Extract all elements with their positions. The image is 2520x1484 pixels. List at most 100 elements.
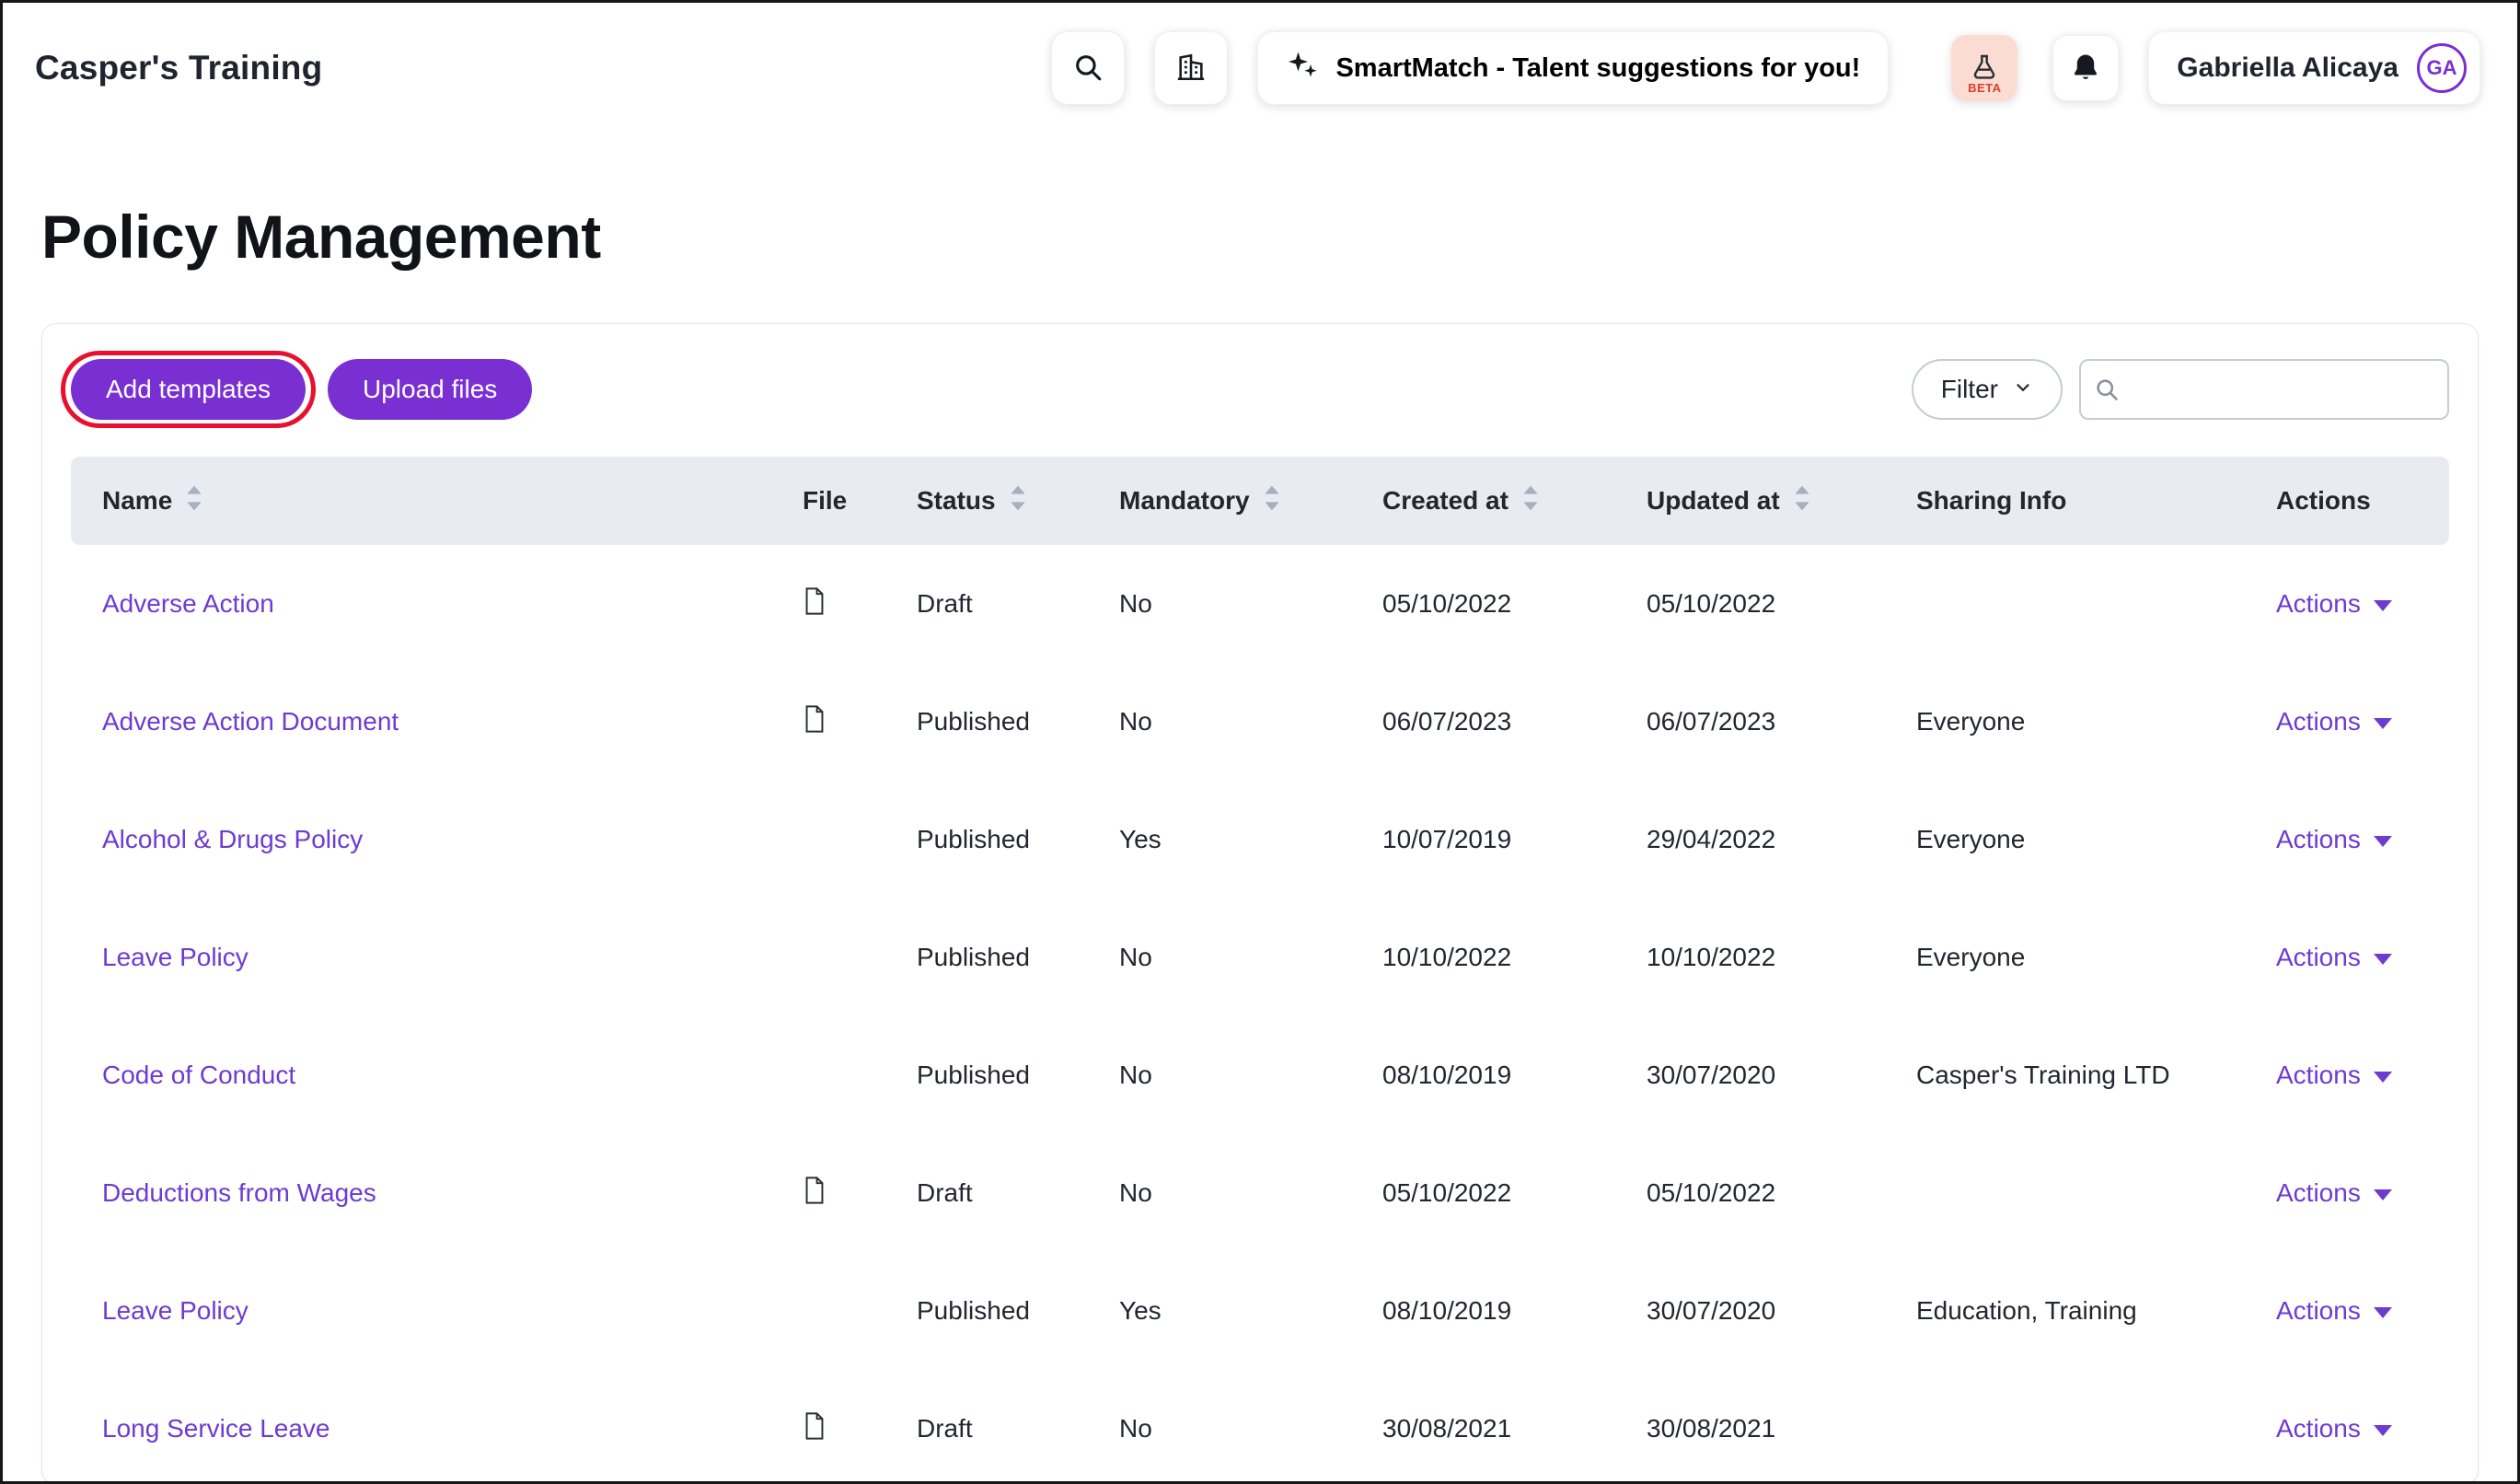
created-at-cell: 05/10/2022 <box>1382 1178 1512 1207</box>
name-cell: Adverse Action Document <box>71 663 771 781</box>
actions-dropdown[interactable]: Actions <box>2276 1296 2392 1326</box>
status-cell: Published <box>917 707 1030 736</box>
smartmatch-button[interactable]: SmartMatch - Talent suggestions for you! <box>1257 31 1890 105</box>
column-label: Created at <box>1382 486 1509 515</box>
building-icon <box>1175 52 1207 86</box>
mandatory-cell: No <box>1119 1414 1152 1443</box>
status-cell: Published <box>917 943 1030 971</box>
policy-name-link[interactable]: Code of Conduct <box>102 1061 295 1089</box>
labs-button[interactable]: BETA <box>1951 35 2018 101</box>
search-input[interactable] <box>2079 359 2449 420</box>
bell-icon <box>2070 52 2101 86</box>
avatar: GA <box>2417 43 2467 93</box>
column-label: Actions <box>2276 486 2371 515</box>
actions-dropdown[interactable]: Actions <box>2276 589 2392 619</box>
column-label: Updated at <box>1647 486 1780 515</box>
sort-icon <box>1007 484 1029 518</box>
page-title: Policy Management <box>41 203 601 271</box>
actions-label: Actions <box>2276 1414 2361 1443</box>
caret-down-icon <box>2373 1307 2392 1318</box>
caret-down-icon <box>2373 1072 2392 1083</box>
user-menu[interactable]: Gabriella Alicaya GA <box>2148 31 2480 105</box>
status-cell: Draft <box>917 1178 973 1207</box>
policy-name-link[interactable]: Long Service Leave <box>102 1414 330 1443</box>
actions-label: Actions <box>2276 589 2361 618</box>
created-at-cell: 08/10/2019 <box>1382 1061 1512 1089</box>
name-cell: Alcohol & Drugs Policy <box>71 781 771 899</box>
table-search <box>2079 359 2449 420</box>
created-at-cell: 08/10/2019 <box>1382 1296 1512 1325</box>
name-cell: Code of Conduct <box>71 1016 771 1134</box>
sort-icon <box>183 484 205 518</box>
filter-button[interactable]: Filter <box>1911 359 2063 420</box>
caret-down-icon <box>2373 1425 2392 1436</box>
policy-name-link[interactable]: Leave Policy <box>102 943 249 971</box>
table-row: Adverse Action Draft No 05/10/2022 05/10… <box>71 545 2449 663</box>
file-cell <box>771 1370 885 1481</box>
updated-at-cell: 30/07/2020 <box>1647 1061 1776 1089</box>
file-cell <box>771 1252 885 1370</box>
policy-name-link[interactable]: Deductions from Wages <box>102 1178 376 1207</box>
sort-icon <box>1261 484 1283 518</box>
policy-name-link[interactable]: Adverse Action Document <box>102 707 399 736</box>
sharing-info-cell: Everyone <box>1916 825 2026 853</box>
actions-dropdown[interactable]: Actions <box>2276 1178 2392 1208</box>
status-cell: Published <box>917 1061 1030 1089</box>
actions-cell: Actions <box>2245 1016 2449 1134</box>
actions-cell: Actions <box>2245 1134 2449 1252</box>
document-icon <box>803 704 827 734</box>
name-cell: Leave Policy <box>71 1252 771 1370</box>
status-cell: Draft <box>917 1414 973 1443</box>
app-title: Casper's Training <box>35 49 323 87</box>
search-button[interactable] <box>1051 31 1126 105</box>
table-header-row: Name File Status Mandatory Created at Updated… <box>71 457 2449 545</box>
actions-dropdown[interactable]: Actions <box>2276 707 2392 736</box>
column-header-updated-at[interactable]: Updated at <box>1615 457 1885 545</box>
column-header-status[interactable]: Status <box>885 457 1088 545</box>
mandatory-cell: Yes <box>1119 825 1162 853</box>
updated-at-cell: 30/07/2020 <box>1647 1296 1776 1325</box>
column-header-created-at[interactable]: Created at <box>1351 457 1615 545</box>
mandatory-cell: No <box>1119 589 1152 618</box>
column-header-mandatory[interactable]: Mandatory <box>1088 457 1351 545</box>
actions-label: Actions <box>2276 1296 2361 1325</box>
sparkle-icon <box>1286 48 1319 88</box>
mandatory-cell: Yes <box>1119 1296 1162 1325</box>
policy-name-link[interactable]: Alcohol & Drugs Policy <box>102 825 363 853</box>
add-templates-button[interactable]: Add templates <box>71 359 306 420</box>
policy-name-link[interactable]: Leave Policy <box>102 1296 249 1325</box>
sort-icon <box>1791 484 1813 518</box>
smartmatch-label: SmartMatch - Talent suggestions for you! <box>1335 52 1861 83</box>
sharing-info-cell: Casper's Training LTD <box>1916 1061 2170 1089</box>
actions-dropdown[interactable]: Actions <box>2276 825 2392 854</box>
organization-button[interactable] <box>1154 31 1229 105</box>
actions-dropdown[interactable]: Actions <box>2276 943 2392 972</box>
upload-files-button[interactable]: Upload files <box>328 359 533 420</box>
created-at-cell: 06/07/2023 <box>1382 707 1512 736</box>
actions-label: Actions <box>2276 825 2361 853</box>
actions-dropdown[interactable]: Actions <box>2276 1414 2392 1443</box>
notifications-button[interactable] <box>2052 35 2120 101</box>
column-header-name[interactable]: Name <box>71 457 771 545</box>
updated-at-cell: 30/08/2021 <box>1647 1414 1776 1443</box>
actions-dropdown[interactable]: Actions <box>2276 1061 2392 1090</box>
caret-down-icon <box>2373 954 2392 965</box>
file-cell <box>771 781 885 899</box>
column-label: File <box>803 486 848 515</box>
policy-name-link[interactable]: Adverse Action <box>102 589 274 618</box>
document-icon <box>803 586 827 616</box>
policies-card: Add templates Upload files Filter Name F… <box>41 323 2479 1481</box>
caret-down-icon <box>2373 600 2392 611</box>
table-row: Deductions from Wages Draft No 05/10/202… <box>71 1134 2449 1252</box>
sharing-info-cell <box>1885 545 2245 663</box>
search-icon <box>2094 377 2120 402</box>
table-row: Adverse Action Document Published No 06/… <box>71 663 2449 781</box>
name-cell: Leave Policy <box>71 899 771 1016</box>
sort-icon <box>1520 484 1542 518</box>
created-at-cell: 10/07/2019 <box>1382 825 1512 853</box>
updated-at-cell: 10/10/2022 <box>1647 943 1776 971</box>
chevron-down-icon <box>2013 375 2033 404</box>
search-icon <box>1072 52 1104 86</box>
created-at-cell: 30/08/2021 <box>1382 1414 1512 1443</box>
name-cell: Deductions from Wages <box>71 1134 771 1252</box>
